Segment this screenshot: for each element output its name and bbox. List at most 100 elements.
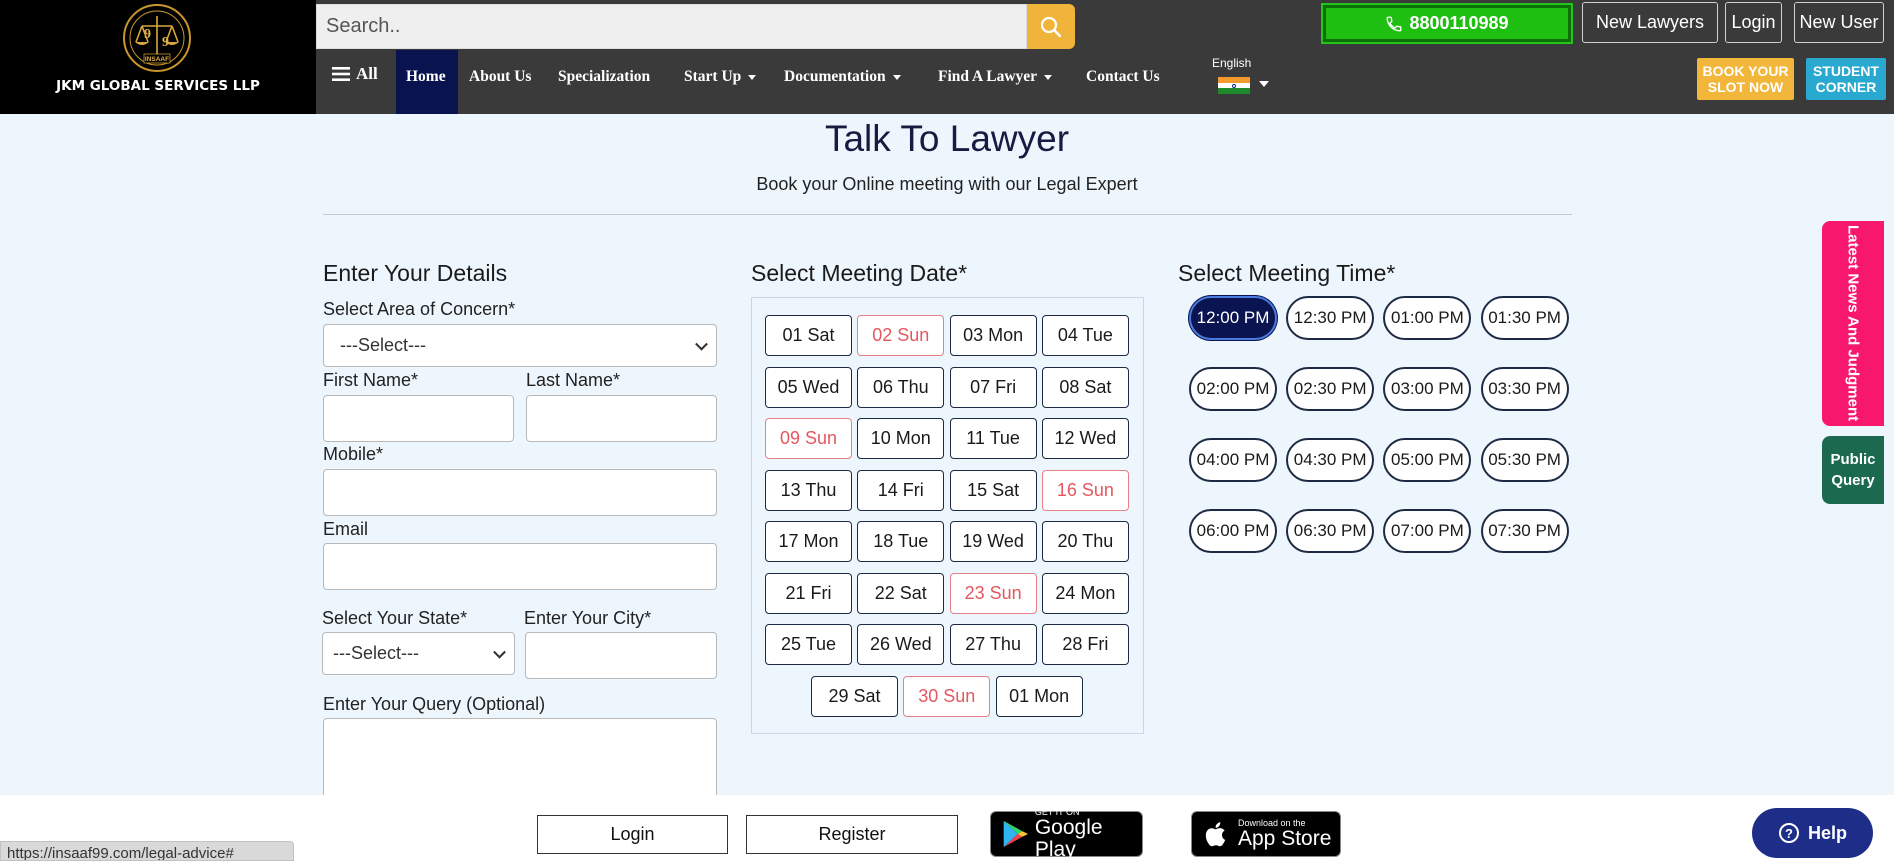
date-option[interactable]: 04 Tue (1041, 315, 1129, 356)
apple-icon (1205, 822, 1226, 847)
date-option[interactable]: 02 Sun (857, 315, 945, 356)
bottom-login-button[interactable]: Login (537, 815, 728, 854)
date-option[interactable]: 01 Mon (995, 675, 1083, 717)
date-option[interactable]: 20 Thu (1041, 521, 1129, 562)
language-label[interactable]: English (1212, 56, 1251, 70)
chevron-down-icon (892, 74, 901, 80)
area-select-value: ---Select--- (340, 335, 426, 355)
date-option[interactable]: 28 Fri (1041, 624, 1129, 665)
query-textarea[interactable] (323, 718, 717, 800)
state-select-value: ---Select--- (333, 643, 419, 663)
call-phone-button[interactable]: 8800110989 (1321, 3, 1573, 44)
date-option[interactable]: 01 Sat (765, 315, 852, 356)
date-option[interactable]: 10 Mon (857, 418, 945, 459)
date-option[interactable]: 24 Mon (1041, 572, 1129, 614)
date-option[interactable]: 06 Thu (857, 366, 945, 408)
india-flag-icon[interactable] (1218, 77, 1250, 95)
nav-specialization[interactable]: Specialization (558, 68, 650, 86)
date-option[interactable]: 27 Thu (949, 624, 1037, 665)
city-field[interactable] (525, 632, 717, 679)
google-play-badge[interactable]: GET IT ON Google Play (990, 807, 1143, 861)
date-option[interactable]: 09 Sun (765, 418, 852, 459)
time-slot-option[interactable]: 01:00 PM (1383, 296, 1472, 340)
date-option[interactable]: 30 Sun (903, 675, 991, 717)
date-option[interactable]: 29 Sat (811, 675, 898, 717)
all-menu-toggle[interactable]: All (332, 64, 378, 84)
time-slot-option[interactable]: 03:30 PM (1480, 367, 1569, 411)
nav-home[interactable]: Home (406, 68, 446, 86)
time-slot-option[interactable]: 06:00 PM (1189, 509, 1277, 553)
date-option[interactable]: 15 Sat (949, 469, 1037, 511)
date-option[interactable]: 17 Mon (765, 521, 852, 562)
brand-block[interactable]: 9 9 INSAAF JKM GLOBAL SERVICES LLP (0, 0, 316, 114)
time-slot-option[interactable]: 05:30 PM (1480, 438, 1569, 482)
area-of-concern-select[interactable]: ---Select--- (323, 324, 717, 367)
public-query-tab[interactable]: Public Query (1822, 436, 1884, 504)
first-name-field[interactable] (323, 395, 514, 442)
book-slot-button[interactable]: BOOK YOUR SLOT NOW (1697, 58, 1794, 100)
nav-about-us[interactable]: About Us (469, 68, 531, 86)
time-slot-option[interactable]: 02:00 PM (1189, 367, 1277, 411)
search-input[interactable] (317, 5, 1026, 48)
latest-news-tab[interactable]: Latest News And Judgment (1822, 221, 1884, 426)
nav-documentation[interactable]: Documentation (784, 68, 901, 86)
new-lawyers-button[interactable]: New Lawyers (1582, 2, 1718, 43)
time-slot-option[interactable]: 03:00 PM (1383, 367, 1472, 411)
nav-find-a-lawyer-label: Find A Lawyer (938, 68, 1038, 85)
mobile-field[interactable] (323, 469, 717, 516)
time-slot-option[interactable]: 06:30 PM (1286, 509, 1375, 553)
new-user-button[interactable]: New User (1794, 2, 1884, 43)
search-button[interactable] (1027, 4, 1075, 49)
date-heading: Select Meeting Date* (751, 260, 968, 286)
time-slot-option[interactable]: 07:30 PM (1480, 509, 1569, 553)
time-slot-option[interactable]: 07:00 PM (1383, 509, 1472, 553)
search-icon (1040, 16, 1062, 37)
state-select[interactable]: ---Select--- (322, 632, 515, 675)
help-button[interactable]: ? Help (1752, 808, 1873, 858)
date-option[interactable]: 26 Wed (857, 624, 945, 665)
date-option[interactable]: 13 Thu (765, 469, 852, 511)
date-option[interactable]: 07 Fri (949, 366, 1037, 408)
date-option[interactable]: 08 Sat (1041, 366, 1129, 408)
language-dropdown-icon[interactable] (1259, 81, 1269, 87)
chevron-down-icon (493, 645, 506, 659)
time-slot-option[interactable]: 04:30 PM (1286, 438, 1375, 482)
time-slot-option[interactable]: 02:30 PM (1286, 367, 1375, 411)
query-label: Enter Your Query (Optional) (323, 694, 546, 714)
date-option[interactable]: 03 Mon (949, 315, 1037, 356)
brand-name: JKM GLOBAL SERVICES LLP (56, 78, 260, 94)
app-store-big-text: App Store (1238, 827, 1332, 850)
date-option[interactable]: 05 Wed (765, 366, 852, 408)
nav-start-up-label: Start Up (684, 68, 742, 85)
app-store-badge[interactable]: Download on the App Store (1191, 811, 1341, 857)
time-slot-option[interactable]: 04:00 PM (1189, 438, 1277, 482)
date-option[interactable]: 19 Wed (949, 521, 1037, 562)
google-play-icon (1003, 820, 1029, 848)
nav-documentation-label: Documentation (784, 68, 886, 85)
date-option[interactable]: 25 Tue (765, 624, 852, 665)
login-button[interactable]: Login (1725, 2, 1782, 43)
date-option[interactable]: 21 Fri (765, 572, 852, 614)
date-option[interactable]: 11 Tue (949, 418, 1037, 459)
help-label: Help (1807, 822, 1847, 843)
time-slot-option[interactable]: 12:30 PM (1286, 296, 1375, 340)
bottom-register-button[interactable]: Register (746, 815, 958, 854)
date-option[interactable]: 16 Sun (1041, 469, 1129, 511)
nav-start-up[interactable]: Start Up (684, 68, 757, 86)
date-option[interactable]: 23 Sun (949, 572, 1037, 614)
last-name-field[interactable] (526, 395, 717, 442)
student-corner-button[interactable]: STUDENT CORNER (1806, 58, 1886, 100)
date-option[interactable]: 12 Wed (1041, 418, 1129, 459)
city-label: Enter Your City* (524, 608, 652, 628)
date-option[interactable]: 14 Fri (857, 469, 945, 511)
all-menu-label: All (356, 64, 378, 83)
date-option[interactable]: 22 Sat (857, 572, 945, 614)
date-panel (751, 297, 1144, 734)
email-field[interactable] (323, 543, 717, 590)
nav-contact-us[interactable]: Contact Us (1086, 68, 1160, 86)
time-slot-option[interactable]: 05:00 PM (1383, 438, 1472, 482)
time-slot-option[interactable]: 12:00 PM (1189, 296, 1277, 340)
nav-find-a-lawyer[interactable]: Find A Lawyer (938, 68, 1053, 86)
date-option[interactable]: 18 Tue (857, 521, 945, 562)
time-slot-option[interactable]: 01:30 PM (1480, 296, 1569, 340)
